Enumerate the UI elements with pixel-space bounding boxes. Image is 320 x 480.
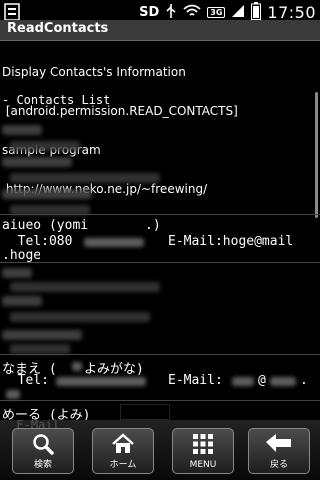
contact-name-kana: よみがな) xyxy=(84,362,144,377)
grid-menu-icon xyxy=(173,433,233,455)
divider xyxy=(0,354,320,355)
blurred-text xyxy=(10,344,70,354)
blurred-text xyxy=(10,141,80,151)
home-button[interactable]: ホーム xyxy=(92,428,154,474)
menu-label: MENU xyxy=(189,460,217,470)
back-arrow-icon xyxy=(249,433,309,455)
sd-card-icon: SD xyxy=(139,5,160,20)
redaction-box xyxy=(98,220,144,233)
redaction-box xyxy=(120,404,170,420)
network-badge: 3G xyxy=(207,7,226,18)
blurred-text xyxy=(2,330,82,340)
blurred-text xyxy=(232,377,254,386)
divider xyxy=(0,214,320,215)
blurred-text xyxy=(10,173,160,183)
redaction-box xyxy=(40,250,58,262)
blurred-text xyxy=(2,268,32,278)
app-title: ReadContacts xyxy=(7,21,109,36)
search-icon xyxy=(13,433,73,455)
blurred-text xyxy=(10,282,160,292)
back-label: 戻る xyxy=(269,460,288,470)
blurred-text xyxy=(84,238,144,247)
home-icon xyxy=(93,433,153,455)
home-label: ホーム xyxy=(109,460,137,470)
blurred-text xyxy=(2,157,72,167)
contact-name: aiueo (yomi xyxy=(2,218,89,233)
blurred-text xyxy=(2,296,42,306)
contact-tel: Tel: xyxy=(2,373,49,388)
contact-email-at: @ xyxy=(258,373,266,388)
contact-tel: Tel:080 xyxy=(2,234,73,249)
scrollbar[interactable] xyxy=(315,92,318,218)
divider xyxy=(0,400,320,401)
contact-email: E-Mail:hoge@mail xyxy=(168,234,294,249)
signal-icon xyxy=(231,4,245,22)
list-title: - Contacts List xyxy=(2,93,111,107)
blurred-text xyxy=(2,189,92,199)
back-button[interactable]: 戻る xyxy=(248,428,310,474)
contacts-scroll-view[interactable]: Display Contacts's Information [android.… xyxy=(0,40,320,402)
app-title-bar: ReadContacts xyxy=(0,20,320,41)
blurred-text xyxy=(270,377,296,386)
intro-line: Display Contacts's Information xyxy=(2,65,186,79)
divider xyxy=(0,262,320,263)
blurred-text xyxy=(6,390,20,399)
contact-email-dot: . xyxy=(300,373,308,388)
menu-button[interactable]: MENU xyxy=(172,428,234,474)
blurred-text xyxy=(2,125,42,135)
menu-icon xyxy=(4,3,20,21)
search-button[interactable]: 検索 xyxy=(12,428,74,474)
contact-email: E-Mail: xyxy=(168,373,223,388)
wifi-icon xyxy=(183,4,201,22)
search-label: 検索 xyxy=(33,460,52,470)
contact-name-end: .) xyxy=(145,218,161,233)
blurred-text xyxy=(72,362,82,371)
blurred-text xyxy=(10,312,150,322)
contact-email-tail: .hoge xyxy=(2,248,42,263)
blurred-text xyxy=(56,377,146,386)
